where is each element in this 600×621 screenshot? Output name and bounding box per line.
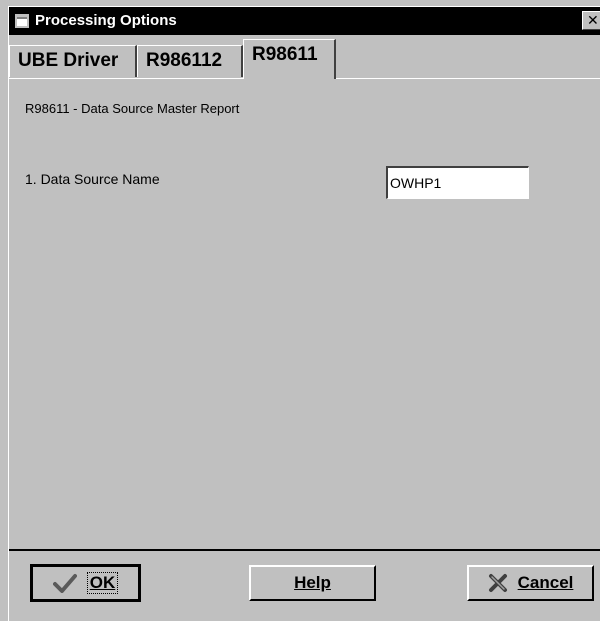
data-source-name-label: 1. Data Source Name — [25, 171, 160, 187]
report-title: R98611 - Data Source Master Report — [25, 101, 240, 116]
help-label: Help — [294, 573, 331, 592]
window-title: Processing Options — [35, 12, 177, 29]
window-app-icon — [15, 14, 29, 28]
close-button[interactable]: ✕ — [582, 11, 600, 30]
tab-label: R98611 — [252, 44, 318, 65]
tab-strip: UBE Driver R986112 R98611 — [9, 35, 600, 79]
cancel-button[interactable]: Cancel — [467, 565, 594, 601]
title-bar[interactable]: Processing Options ✕ — [9, 7, 600, 35]
tab-r98611[interactable]: R98611 — [243, 39, 336, 79]
tab-r986112[interactable]: R986112 — [137, 45, 243, 77]
data-source-name-input[interactable] — [386, 166, 529, 199]
help-button[interactable]: Help — [249, 565, 376, 601]
tab-label: UBE Driver — [18, 50, 119, 71]
close-icon: ✕ — [587, 12, 599, 28]
tab-label: R986112 — [146, 50, 223, 71]
tab-ube-driver[interactable]: UBE Driver — [9, 45, 137, 77]
cross-icon — [488, 574, 507, 592]
cancel-label: Cancel — [517, 573, 574, 592]
processing-options-dialog: Processing Options ✕ UBE Driver R986112 … — [8, 6, 600, 621]
checkmark-icon — [52, 574, 77, 593]
tab-panel-r98611: R98611 - Data Source Master Report 1. Da… — [9, 79, 600, 551]
ok-button[interactable]: OK — [30, 564, 141, 602]
ok-label: OK — [86, 572, 119, 594]
